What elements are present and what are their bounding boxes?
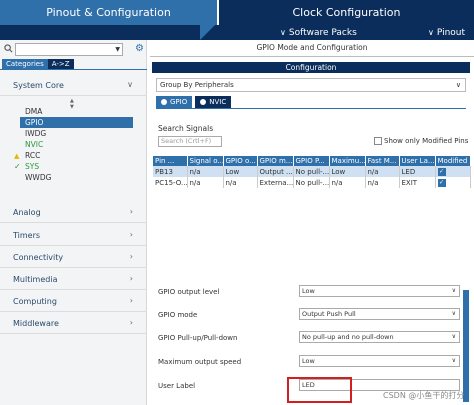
left-sidebar: ▼ ⚙ Categories A->Z System Core ∨ ▲ ▼ DMA… <box>0 40 147 405</box>
radio-icon <box>200 99 207 105</box>
chevron-down-icon[interactable]: ∨ <box>127 80 133 89</box>
list-item-sys[interactable]: ✓ SYS <box>0 161 147 172</box>
max-speed-select[interactable]: Low ∨ <box>299 355 460 367</box>
list-item-wwdg[interactable]: WWDG <box>0 172 147 183</box>
chevron-down-icon: ∨ <box>280 28 286 37</box>
chevron-right-icon[interactable]: › <box>130 296 133 305</box>
chevron-down-icon[interactable]: ▼ <box>115 46 120 53</box>
group-system-core[interactable]: System Core ∨ <box>0 76 147 96</box>
sub-toolbar: ∨ Software Packs ∨ Pinout <box>0 25 474 40</box>
pull-select[interactable]: No pull-up and no pull-down ∨ <box>299 331 460 343</box>
prop-label-pull: GPIO Pull-up/Pull-down <box>158 334 238 342</box>
list-item-gpio[interactable]: GPIO <box>20 117 133 128</box>
scrollbar-thumb[interactable] <box>463 290 469 402</box>
group-multimedia[interactable]: Multimedia › <box>0 270 147 290</box>
list-item-nvic[interactable]: NVIC <box>0 139 147 150</box>
column-header[interactable]: GPIO m... <box>257 156 294 166</box>
list-item-iwdg[interactable]: IWDG <box>0 128 147 139</box>
tab-gpio[interactable]: GPIO <box>156 96 193 108</box>
modified-checkbox[interactable]: ✓ <box>437 168 446 176</box>
table-row[interactable]: PB13 n/a Low Output ... No pull-... Low … <box>153 166 471 177</box>
output-level-select[interactable]: Low ∨ <box>299 285 460 297</box>
group-connectivity[interactable]: Connectivity › <box>0 248 147 268</box>
sidebar-search: ▼ ⚙ <box>2 43 145 56</box>
properties-scrollbar[interactable] <box>463 290 469 402</box>
list-item-dma[interactable]: DMA <box>0 106 147 117</box>
prop-label-max-speed: Maximum output speed <box>158 358 242 366</box>
tab-categories[interactable]: Categories <box>2 59 48 69</box>
search-icon <box>4 44 13 53</box>
panel-title: GPIO Mode and Configuration <box>256 43 368 52</box>
chevron-down-icon: ∨ <box>428 28 434 37</box>
column-header[interactable]: Maximu... <box>329 156 366 166</box>
group-middleware[interactable]: Middleware › <box>0 314 147 334</box>
modified-checkbox[interactable]: ✓ <box>437 179 446 187</box>
table-row[interactable]: PC15-O... n/a n/a Externa... No pull-...… <box>153 177 471 188</box>
column-header[interactable]: Modified <box>435 156 471 166</box>
show-modified-checkbox[interactable] <box>374 137 382 145</box>
chevron-right-icon[interactable]: › <box>130 318 133 327</box>
group-by-select[interactable]: Group By Peripherals ∨ <box>156 78 466 92</box>
category-tabs: Categories A->Z <box>2 59 74 69</box>
peripheral-tabs: GPIO NVIC <box>156 96 232 108</box>
chevron-down-icon[interactable]: ∨ <box>452 286 456 296</box>
column-header[interactable]: GPIO P... <box>293 156 330 166</box>
search-signals-label: Search Signals <box>158 124 214 133</box>
tab-nvic[interactable]: NVIC <box>195 96 232 108</box>
show-modified-label: Show only Modified Pins <box>384 137 469 145</box>
software-packs-label: Software Packs <box>288 27 357 38</box>
chevron-right-icon[interactable]: › <box>130 252 133 261</box>
pin-table: Pin ... Signal o... GPIO o... GPIO m... … <box>153 156 471 188</box>
watermark: CSDN @小鱼干的打分 <box>383 391 465 400</box>
column-header[interactable]: GPIO o... <box>223 156 258 166</box>
gear-icon[interactable]: ⚙ <box>135 44 144 54</box>
chevron-down-icon[interactable]: ∨ <box>452 332 456 342</box>
chevron-right-icon[interactable]: › <box>130 274 133 283</box>
column-header[interactable]: User La... <box>399 156 436 166</box>
configuration-header: Configuration <box>152 62 470 73</box>
search-signals-input[interactable]: Search (Crtl+F) <box>158 136 222 147</box>
group-analog[interactable]: Analog › <box>0 203 147 223</box>
group-timers[interactable]: Timers › <box>0 226 147 246</box>
group-label: System Core <box>13 81 64 90</box>
system-core-list: DMA GPIO IWDG NVIC ▲ RCC ✓ SYS WWDG <box>0 106 147 183</box>
pinout-menu-button[interactable]: ∨ Pinout <box>428 26 465 39</box>
software-packs-button[interactable]: ∨ Software Packs <box>280 26 357 39</box>
column-header[interactable]: Pin ... <box>153 156 188 166</box>
chevron-right-icon[interactable]: › <box>130 230 133 239</box>
prop-label-user-label: User Label <box>158 382 196 390</box>
top-tab-bar: Pinout & Configuration Clock Configurati… <box>0 0 474 25</box>
tab-pinout-configuration[interactable]: Pinout & Configuration <box>0 0 217 25</box>
chevron-down-icon[interactable]: ∨ <box>452 309 456 319</box>
table-header: Pin ... Signal o... GPIO o... GPIO m... … <box>153 156 471 166</box>
column-header[interactable]: Signal o... <box>187 156 224 166</box>
main-panel: GPIO Mode and Configuration Configuratio… <box>150 40 474 405</box>
column-header[interactable]: Fast M... <box>365 156 400 166</box>
prop-label-output-level: GPIO output level <box>158 288 220 296</box>
highlight-box <box>287 377 352 403</box>
group-computing[interactable]: Computing › <box>0 292 147 312</box>
gpio-mode-select[interactable]: Output Push Pull ∨ <box>299 308 460 320</box>
check-icon: ✓ <box>14 162 21 171</box>
chevron-right-icon[interactable]: › <box>130 207 133 216</box>
radio-icon <box>161 99 167 105</box>
chevron-down-icon[interactable]: ∨ <box>456 79 461 91</box>
list-item-rcc[interactable]: ▲ RCC <box>0 150 147 161</box>
tab-a-to-z[interactable]: A->Z <box>47 59 74 69</box>
prop-label-gpio-mode: GPIO mode <box>158 311 198 319</box>
chevron-down-icon[interactable]: ∨ <box>452 356 456 366</box>
pinout-menu-label: Pinout <box>436 27 466 38</box>
sidebar-search-input[interactable]: ▼ <box>15 43 123 56</box>
tab-clock-configuration[interactable]: Clock Configuration <box>219 0 474 25</box>
